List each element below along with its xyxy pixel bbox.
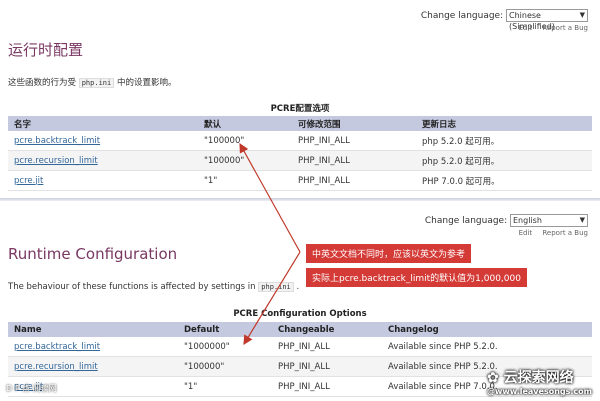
- annotation-note-2: 实际上pcre.backtrack_limit的默认值为1,000,000: [306, 268, 527, 287]
- arrow-to-en-default: [243, 251, 301, 346]
- watermark-left: D P 点 阅读网: [6, 384, 57, 393]
- wechat-icon: ✿: [487, 370, 499, 386]
- annotation-arrows: [239, 142, 301, 346]
- arrow-to-zh-default: [239, 142, 301, 253]
- watermark-name: 云探索网络: [503, 370, 574, 386]
- watermark-url: @www.leavesongs.com: [487, 387, 592, 396]
- annotation-note-1: 中英文文档不同时，应该以英文为参考: [306, 244, 472, 263]
- watermark-site: ✿ 云探索网络 @www.leavesongs.com: [487, 367, 592, 396]
